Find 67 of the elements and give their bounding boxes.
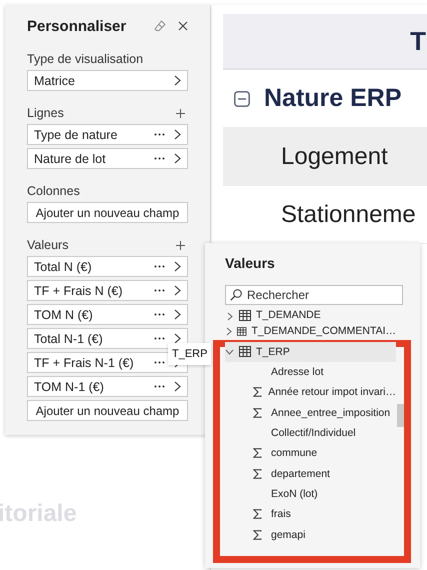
- chevron-down-icon: [225, 348, 234, 355]
- chevron-right-icon: [174, 129, 181, 140]
- chevron-right-icon: [174, 333, 181, 344]
- row-header: Logement: [281, 142, 388, 170]
- chevron-right-icon: [174, 75, 181, 86]
- field-item[interactable]: gemapi: [225, 524, 396, 545]
- eraser-icon[interactable]: [154, 20, 166, 32]
- close-icon[interactable]: [178, 21, 188, 31]
- table-node[interactable]: T_DEMANDE: [225, 310, 396, 321]
- field-item[interactable]: ExoN (lot): [225, 484, 396, 504]
- sigma-icon: [253, 509, 262, 520]
- row-header: Stationneme: [281, 200, 416, 228]
- field-well-item[interactable]: TOM N (€): [27, 304, 188, 325]
- more-icon[interactable]: [154, 289, 165, 292]
- more-icon[interactable]: [154, 361, 165, 364]
- plus-icon[interactable]: [176, 240, 185, 250]
- scrollbar-thumb[interactable]: [397, 404, 404, 427]
- field-item[interactable]: Année retour impot invari…: [225, 382, 396, 403]
- table-node[interactable]: T_DEMANDE_COMMENTAI…: [225, 321, 396, 342]
- chevron-right-icon: [174, 261, 181, 272]
- section-label: Colonnes: [27, 184, 80, 198]
- collapse-icon[interactable]: [234, 90, 250, 106]
- sigma-icon: [253, 448, 262, 458]
- section-label: Lignes: [27, 106, 64, 120]
- more-icon[interactable]: [154, 157, 165, 160]
- popup-title: Valeurs: [225, 255, 276, 273]
- plus-icon[interactable]: [176, 108, 185, 118]
- field-item[interactable]: frais: [225, 504, 396, 524]
- section-label: Valeurs: [27, 238, 68, 252]
- column-header: T: [410, 26, 426, 56]
- field-item[interactable]: commune: [225, 443, 396, 464]
- more-icon[interactable]: [154, 313, 165, 316]
- field-well-item[interactable]: Total N (€): [27, 256, 188, 277]
- field-well-item[interactable]: Total N-1 (€): [27, 328, 188, 349]
- field-well-item[interactable]: TF + Frais N (€): [27, 280, 188, 301]
- visual-type-select[interactable]: Matrice: [27, 70, 188, 91]
- search-field[interactable]: Rechercher: [225, 285, 403, 305]
- table-icon: [239, 346, 251, 358]
- field-well-item[interactable]: Type de nature: [27, 124, 188, 145]
- field-item[interactable]: Annee_entree_imposition: [225, 402, 396, 423]
- field-well-item[interactable]: TOM N-1 (€): [27, 376, 188, 397]
- add-field-button[interactable]: Ajouter un nouveau champ: [27, 400, 188, 421]
- sigma-icon: [253, 387, 262, 398]
- field-item[interactable]: Collectif/Individuel: [225, 422, 396, 444]
- search-icon: [230, 289, 242, 301]
- add-field-button[interactable]: Ajouter un nouveau champ: [27, 202, 188, 223]
- more-icon[interactable]: [154, 337, 165, 340]
- more-icon[interactable]: [154, 265, 165, 268]
- chevron-right-icon: [174, 285, 181, 296]
- field-well-item[interactable]: Nature de lot: [27, 148, 188, 169]
- table-node[interactable]: T_ERP: [225, 342, 396, 362]
- table-icon: [239, 310, 251, 321]
- more-icon[interactable]: [154, 133, 165, 136]
- sigma-icon: [253, 408, 262, 418]
- panel-title: Personnaliser: [27, 18, 128, 34]
- more-icon[interactable]: [154, 385, 165, 388]
- sigma-icon: [253, 530, 262, 540]
- field-item[interactable]: departement: [225, 463, 396, 484]
- field-item[interactable]: Adresse lot: [225, 362, 396, 382]
- chevron-right-icon: [174, 153, 181, 164]
- table-icon: [237, 326, 247, 337]
- group-header: Nature ERP: [264, 84, 402, 113]
- chevron-right-icon: [174, 381, 181, 392]
- sigma-icon: [253, 468, 262, 479]
- section-label: Type de visualisation: [27, 52, 144, 66]
- chevron-right-icon: [174, 309, 181, 320]
- tooltip: T_ERP: [168, 343, 212, 365]
